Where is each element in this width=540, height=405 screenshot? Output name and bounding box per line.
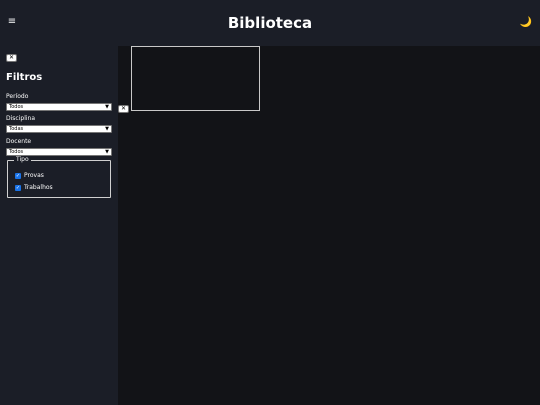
period-label: Período [6,93,29,100]
checkbox-label: Trabalhos [24,184,53,191]
discipline-label: Disciplina [6,115,36,122]
preview-close-button[interactable]: ✕ [118,105,129,113]
checkbox-trabalhos[interactable]: ✓ Trabalhos [15,184,53,192]
close-icon: ✕ [120,105,127,112]
checkbox-provas[interactable]: ✓ Provas [15,172,44,180]
teacher-label: Docente [6,138,32,145]
period-select[interactable]: Todos ▼ [6,103,112,111]
chevron-down-icon: ▼ [105,104,109,110]
chevron-down-icon: ▼ [105,149,109,155]
type-fieldset: Tipo ✓ Provas ✓ Trabalhos [7,156,111,198]
type-legend: Tipo [14,156,31,164]
theme-toggle-button[interactable]: 🌙 [519,15,533,31]
discipline-select[interactable]: Todas ▼ [6,125,112,133]
discipline-select-value: Todas [9,126,24,132]
moon-icon: 🌙 [519,17,533,28]
checkbox-label: Provas [24,172,44,179]
page-title: Biblioteca [227,14,313,32]
filters-heading: Filtros [6,72,43,83]
app-header: ≡ Biblioteca 🌙 [0,0,540,46]
close-icon: ✕ [8,54,15,61]
checkbox-checked-icon: ✓ [15,185,21,191]
sidebar-close-button[interactable]: ✕ [6,54,17,62]
teacher-select-value: Todos [9,149,24,155]
chevron-down-icon: ▼ [105,126,109,132]
period-select-value: Todos [9,104,24,110]
preview-frame [131,46,260,111]
teacher-select[interactable]: Todos ▼ [6,148,112,156]
checkbox-checked-icon: ✓ [15,173,21,179]
